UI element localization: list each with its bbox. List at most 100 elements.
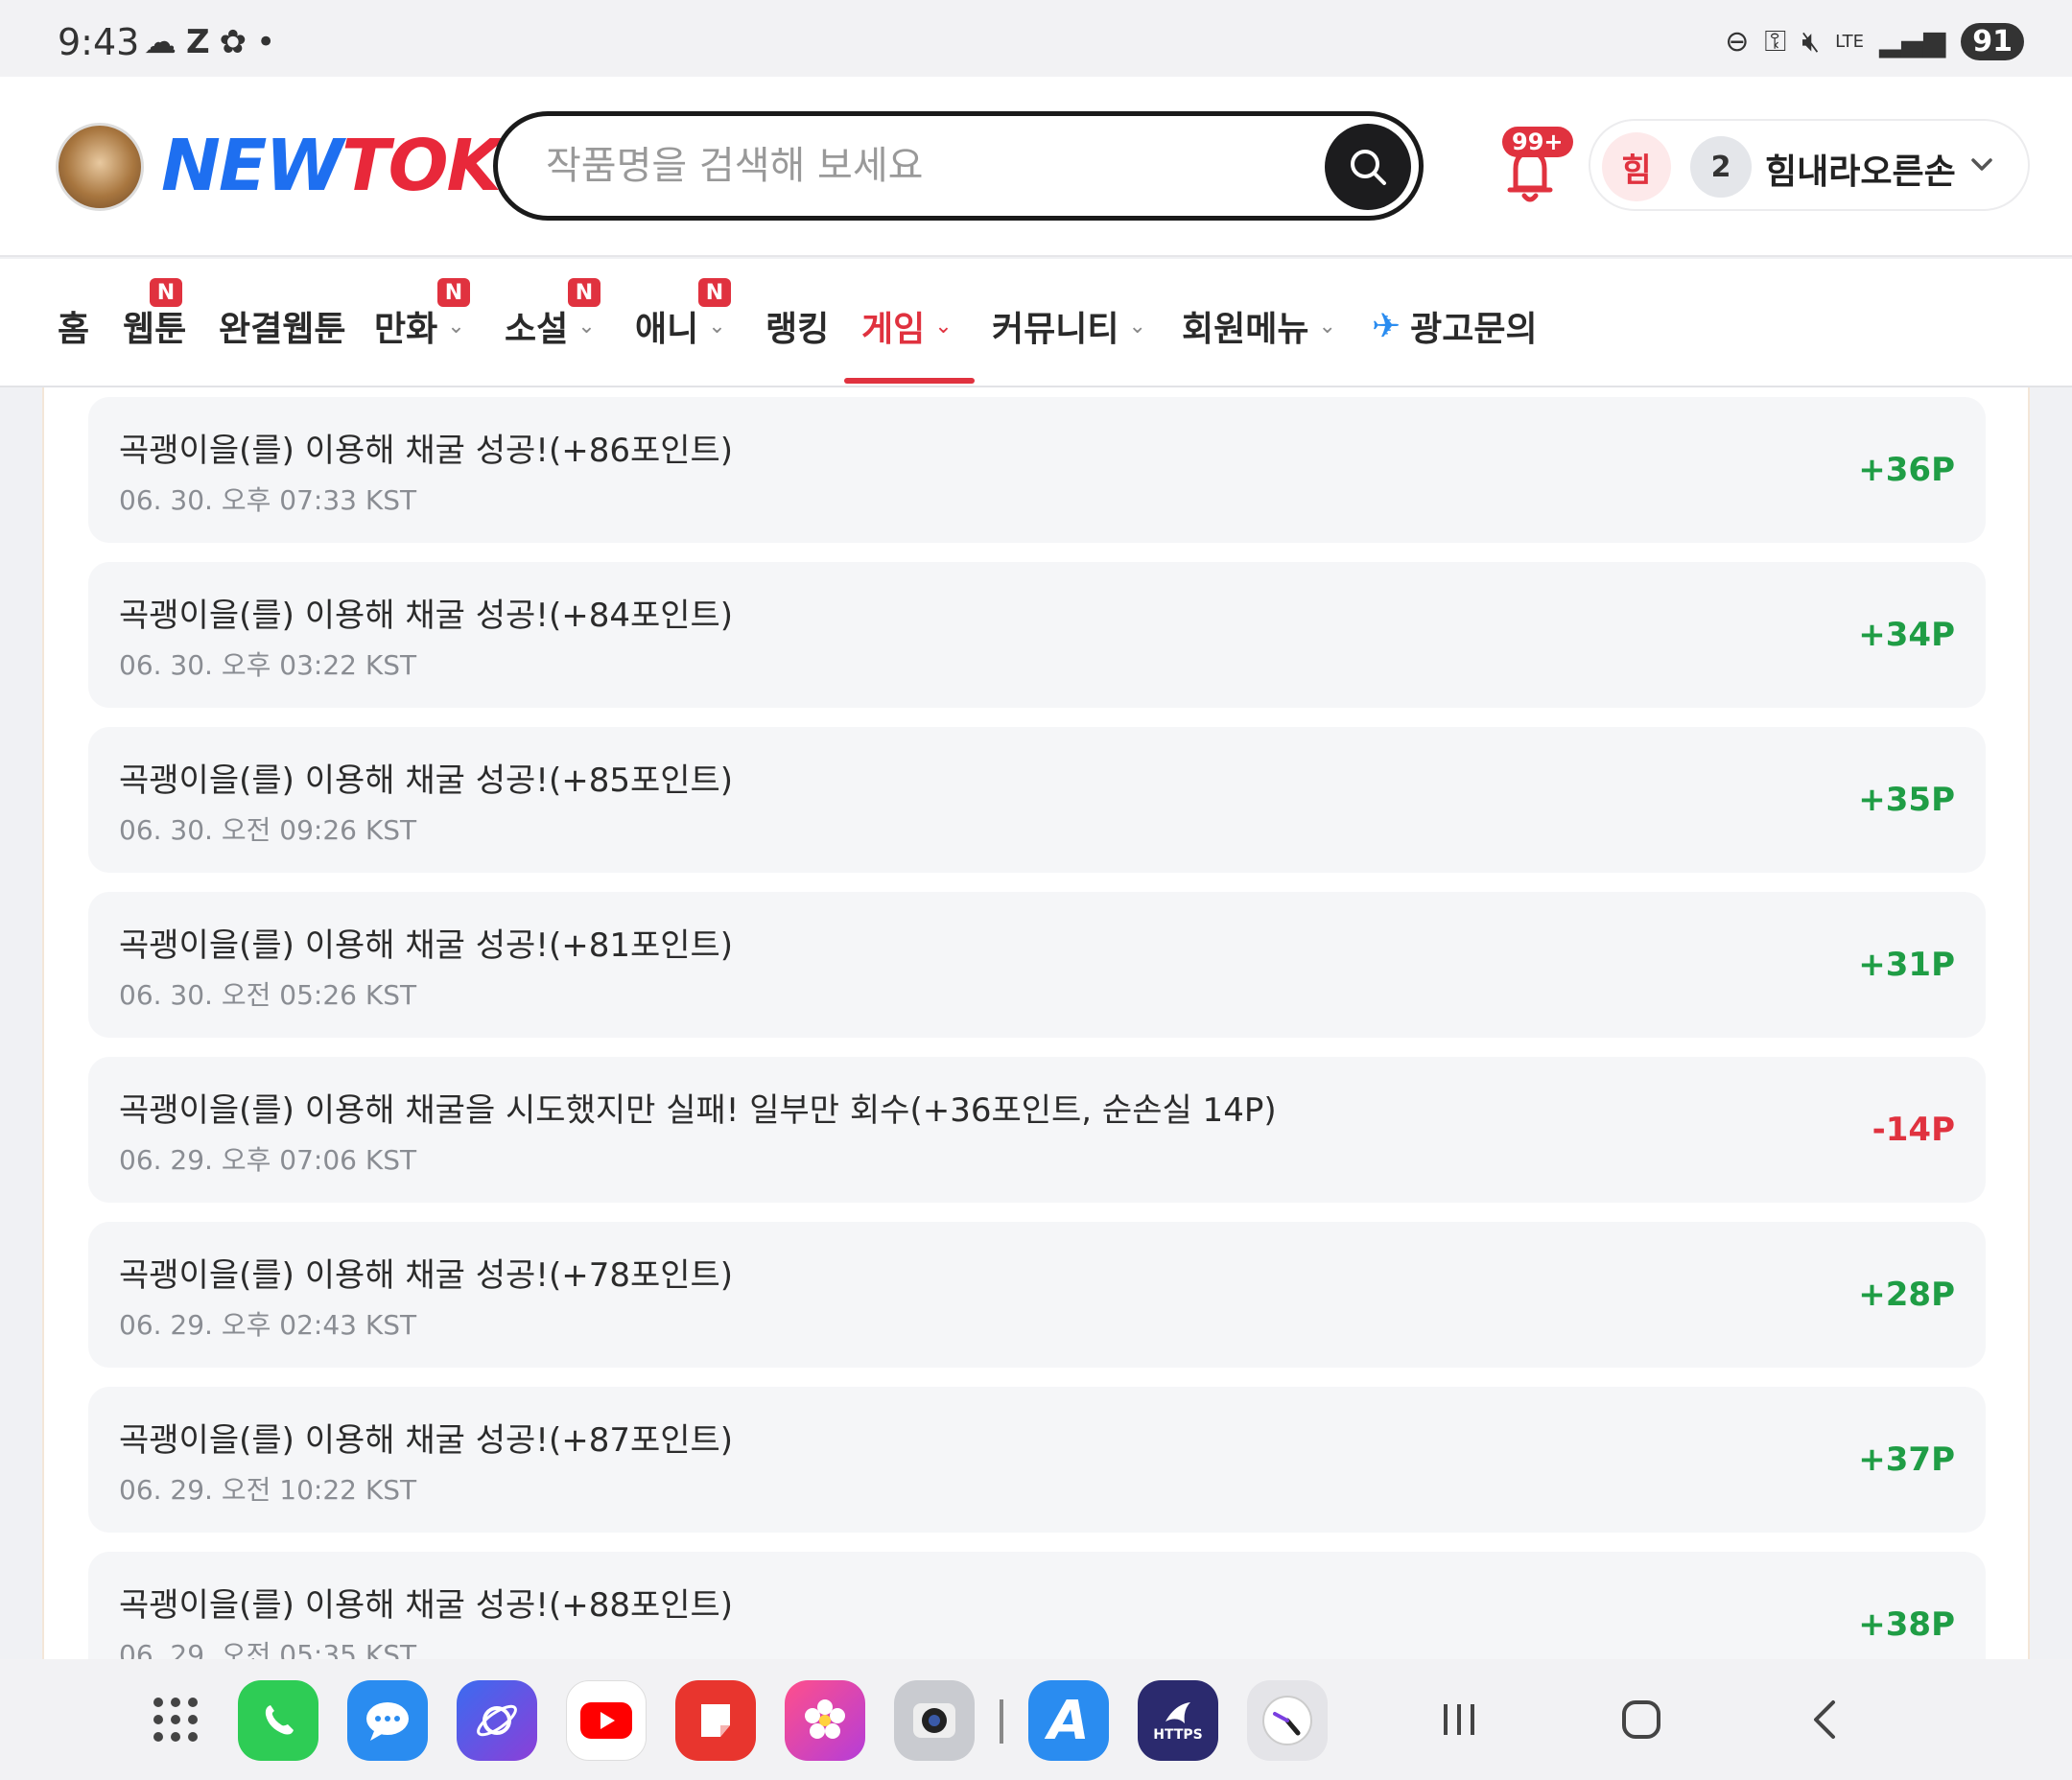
list-item: 곡괭이을(를) 이용해 채굴 성공!(+81포인트) 06. 30. 오전 05… [88,892,1986,1038]
nav-item-ad-inquiry[interactable]: ✈ 광고문의 [1372,301,1538,351]
history-points: +28P [1858,1276,1955,1314]
chevron-down-icon [1971,158,1992,171]
search-icon [1351,150,1386,185]
battery-indicator: 91 [1961,23,2024,60]
z-app-icon: Z [186,23,220,61]
internet-app-icon[interactable] [457,1680,537,1761]
status-bar: 9:43 ☁Z✿• ⊖ ⚿ 🔇︎ LTE ▂▄▆ 91 [0,0,2072,77]
list-item: 곡괭이을(를) 이용해 채굴 성공!(+87포인트) 06. 29. 오전 10… [88,1387,1986,1533]
nav-item-label: 애니 [635,310,699,349]
nav-item-label: 커뮤니티 [992,310,1119,349]
home-icon [1622,1700,1660,1739]
history-points: -14P [1872,1111,1955,1149]
camera-app-icon[interactable] [894,1680,975,1761]
nav-item-label: 회원메뉴 [1182,310,1309,349]
avatar: 힘 [1602,132,1671,201]
logo-part-new: NEW [161,125,343,207]
chevron-down-icon: ⌄ [1318,314,1336,339]
history-points: +35P [1858,781,1955,819]
flower-icon: ✿ [219,23,257,61]
history-time: 06. 30. 오후 03:22 KST [119,649,417,681]
logo-mascot-icon[interactable] [56,123,144,211]
list-item: 곡괭이을(를) 이용해 채굴 성공!(+86포인트) 06. 30. 오후 07… [88,397,1986,543]
dot-icon: • [256,23,286,61]
nav-item-label: 완결웹툰 [219,310,346,349]
list-item: 곡괭이을(를) 이용해 채굴 성공!(+85포인트) 06. 30. 오전 09… [88,727,1986,873]
nav-item-community[interactable]: 커뮤니티 ⌄ [992,301,1146,351]
search-button[interactable] [1325,124,1411,210]
nav-item-label: 랭킹 [765,310,830,349]
history-title: 곡괭이을(를) 이용해 채굴 성공!(+84포인트) [119,597,734,635]
site-logo[interactable]: NEWTOKI [161,125,526,207]
nav-item-game[interactable]: 게임 ⌄ [861,301,953,351]
dock-divider [1000,1699,1003,1744]
back-button[interactable] [1792,1688,1859,1751]
list-item: 곡괭이을(를) 이용해 채굴 성공!(+84포인트) 06. 30. 오후 03… [88,562,1986,708]
nav-item-label: 홈 [58,310,90,349]
nav-item-novel[interactable]: 소설 ⌄ [505,301,596,351]
recent-apps-button[interactable] [1425,1688,1493,1751]
phone-glyph-icon [265,1705,294,1735]
history-time: 06. 30. 오전 09:26 KST [119,814,417,846]
history-title: 곡괭이을(를) 이용해 채굴을 시도했지만 실패! 일부만 회수(+36포인트,… [119,1091,1277,1130]
notes-app-icon[interactable] [675,1680,756,1761]
a-app-letter: A [1048,1689,1090,1752]
nav-item-label: 만화 [374,310,438,349]
lens-icon [913,1703,955,1738]
messages-app-icon[interactable] [347,1680,428,1761]
chevron-down-icon: ⌄ [934,314,953,339]
history-time: 06. 30. 오전 05:26 KST [119,979,417,1011]
chat-bubble-icon [366,1702,409,1741]
dnd-icon: ⊖ [1725,25,1750,59]
list-item: 곡괭이을(를) 이용해 채굴 성공!(+78포인트) 06. 29. 오후 02… [88,1222,1986,1368]
status-time: 9:43 [58,21,140,63]
chevron-down-icon: ⌄ [708,314,726,339]
new-badge: N [437,278,470,307]
youtube-app-icon[interactable] [566,1680,647,1761]
planet-icon [477,1704,517,1737]
nav-item-label: 웹툰 [123,310,187,349]
nav-item-webtoon[interactable]: 웹툰 [123,301,186,351]
point-history-list: 곡괭이을(를) 이용해 채굴 성공!(+86포인트) 06. 30. 오후 07… [42,387,2030,1659]
home-button[interactable] [1608,1688,1675,1751]
signal-icon: ▂▄▆ [1879,25,1946,59]
chevron-down-icon: ⌄ [577,314,596,339]
nav-item-completed-webtoon[interactable]: 완결웹툰 [219,301,345,351]
plane-icon: ✈ [1372,306,1401,346]
app-drawer-button[interactable] [153,1698,200,1744]
history-points: +37P [1858,1440,1955,1479]
nav-item-home[interactable]: 홈 [58,301,89,351]
nav-item-label: 광고문의 [1410,310,1538,349]
history-points: +31P [1858,946,1955,984]
active-tab-indicator [844,378,975,384]
history-time: 06. 29. 오전 05:35 KST [119,1639,417,1659]
nav-item-label: 게임 [861,310,926,349]
user-menu[interactable]: 힘 2 힘내라오른손 [1589,119,2030,211]
flower-glyph-icon [805,1699,845,1739]
note-icon [701,1704,730,1737]
username: 힘내라오른손 [1765,152,1956,192]
search-input[interactable] [546,137,1275,195]
new-badge: N [568,278,600,307]
clock-face-icon [1262,1696,1312,1745]
play-icon [580,1702,632,1739]
a-app-icon[interactable]: A [1028,1680,1109,1761]
status-left-icons: ☁Z✿• [144,23,285,61]
status-right-icons: ⊖ ⚿ 🔇︎ LTE ▂▄▆ 91 [1725,23,2024,60]
gallery-app-icon[interactable] [785,1680,865,1761]
history-time: 06. 29. 오후 02:43 KST [119,1309,417,1341]
history-points: +36P [1858,451,1955,489]
nav-item-anime[interactable]: 애니 ⌄ [635,301,726,351]
chevron-down-icon: ⌄ [1128,314,1146,339]
back-icon [1814,1700,1835,1739]
chevron-down-icon: ⌄ [447,314,465,339]
nav-item-member-menu[interactable]: 회원메뉴 ⌄ [1182,301,1336,351]
mute-icon: 🔇︎ [1801,25,1821,59]
nav-item-ranking[interactable]: 랭킹 [765,301,829,351]
clock-app-icon[interactable] [1247,1680,1328,1761]
notification-count-badge: 99+ [1502,127,1573,157]
nav-item-manga[interactable]: 만화 ⌄ [374,301,465,351]
history-title: 곡괭이을(를) 이용해 채굴 성공!(+81포인트) [119,926,734,965]
https-app-icon[interactable]: HTTPS [1138,1680,1218,1761]
phone-app-icon[interactable] [238,1680,318,1761]
